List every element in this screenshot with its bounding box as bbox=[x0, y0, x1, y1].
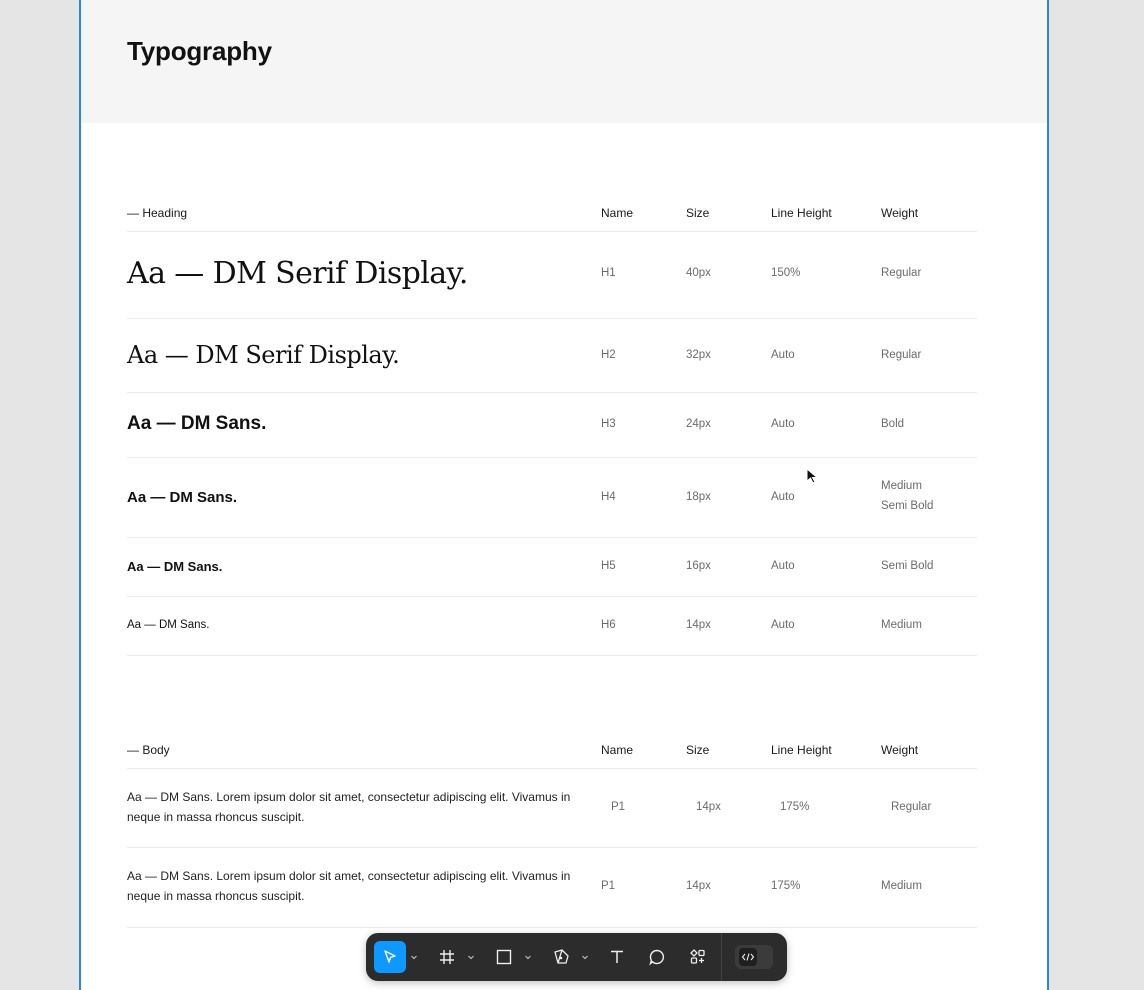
section-label: — Body bbox=[127, 743, 170, 757]
pen-icon bbox=[554, 949, 569, 964]
style-line-height: Auto bbox=[771, 619, 795, 631]
style-line-height: 175% bbox=[771, 880, 801, 892]
dev-mode-toggle[interactable] bbox=[735, 945, 773, 969]
col-weight: Weight bbox=[881, 206, 919, 220]
style-name: H2 bbox=[601, 349, 616, 361]
pen-tool-button[interactable] bbox=[545, 941, 577, 973]
chevron-down-icon[interactable] bbox=[410, 953, 418, 961]
style-weight: Bold bbox=[881, 418, 905, 430]
style-size: 16px bbox=[686, 560, 711, 572]
style-line-height: Auto bbox=[771, 349, 795, 361]
typography-frame[interactable]: Typography — Heading Name Size Line Heig… bbox=[79, 0, 1049, 990]
style-name: H3 bbox=[601, 418, 616, 430]
style-name: H1 bbox=[601, 267, 616, 279]
mouse-cursor-icon bbox=[806, 468, 820, 484]
type-row-h6[interactable]: Aa — DM Sans. H6 14px Auto Medium bbox=[127, 597, 977, 656]
components-icon bbox=[690, 949, 705, 964]
col-name: Name bbox=[601, 206, 634, 220]
type-row-h4[interactable]: Aa — DM Sans. H4 18px Auto Medium Semi B… bbox=[127, 458, 977, 538]
type-sample: Aa — DM Sans. Lorem ipsum dolor sit amet… bbox=[127, 869, 571, 903]
bottom-toolbar bbox=[366, 933, 787, 981]
heading-section-header: — Heading Name Size Line Height Weight bbox=[127, 192, 977, 232]
type-row-h3[interactable]: Aa — DM Sans. H3 24px Auto Bold bbox=[127, 393, 977, 458]
code-icon bbox=[739, 948, 757, 966]
chevron-down-icon[interactable] bbox=[467, 953, 475, 961]
style-size: 18px bbox=[686, 491, 711, 503]
col-size: Size bbox=[686, 206, 710, 220]
style-weight: Regular bbox=[881, 349, 922, 361]
style-line-height: Auto bbox=[771, 418, 795, 430]
type-sample: Aa — DM Serif Display. bbox=[127, 256, 468, 291]
style-name: P1 bbox=[601, 880, 616, 892]
type-sample: Aa — DM Sans. Lorem ipsum dolor sit amet… bbox=[127, 790, 571, 824]
toolbar-divider bbox=[721, 933, 722, 981]
style-weight: Medium bbox=[881, 880, 922, 892]
type-sample: Aa — DM Sans. bbox=[127, 559, 223, 574]
col-line-height: Line Height bbox=[771, 206, 832, 220]
text-tool-button[interactable] bbox=[601, 941, 633, 973]
style-name: P1 bbox=[611, 801, 626, 813]
type-row-h5[interactable]: Aa — DM Sans. H5 16px Auto Semi Bold bbox=[127, 538, 977, 597]
text-icon bbox=[611, 950, 623, 963]
type-row-p1-medium[interactable]: Aa — DM Sans. Lorem ipsum dolor sit amet… bbox=[127, 848, 977, 928]
col-name: Name bbox=[601, 743, 634, 757]
actions-tool-button[interactable] bbox=[682, 941, 714, 973]
style-name: H5 bbox=[601, 560, 616, 572]
frame-icon bbox=[440, 950, 454, 964]
style-weight: Regular bbox=[891, 801, 932, 813]
style-size: 14px bbox=[686, 619, 711, 631]
type-row-h2[interactable]: Aa — DM Serif Display. H2 32px Auto Regu… bbox=[127, 319, 977, 393]
section-label: — Heading bbox=[127, 206, 188, 220]
frame-header: Typography bbox=[81, 0, 1047, 123]
style-line-height: 150% bbox=[771, 267, 801, 279]
style-weight: Medium bbox=[881, 480, 922, 492]
style-weight: Medium bbox=[881, 619, 922, 631]
style-size: 32px bbox=[686, 349, 711, 361]
style-line-height: Auto bbox=[771, 560, 795, 572]
col-size: Size bbox=[686, 743, 710, 757]
chevron-down-icon[interactable] bbox=[524, 953, 532, 961]
body-section-header: — Body Name Size Line Height Weight bbox=[127, 729, 977, 769]
type-sample: Aa — DM Sans. bbox=[127, 619, 210, 631]
col-line-height: Line Height bbox=[771, 743, 832, 757]
style-line-height: 175% bbox=[780, 801, 810, 813]
style-size: 24px bbox=[686, 418, 711, 430]
col-weight: Weight bbox=[881, 743, 919, 757]
type-sample: Aa — DM Sans. bbox=[127, 413, 267, 434]
style-size: 40px bbox=[686, 267, 711, 279]
style-size: 14px bbox=[686, 880, 711, 892]
type-sample: Aa — DM Serif Display. bbox=[127, 341, 400, 369]
shape-tool-button[interactable] bbox=[488, 941, 520, 973]
style-line-height: Auto bbox=[771, 491, 795, 503]
type-sample: Aa — DM Sans. bbox=[127, 489, 238, 506]
rectangle-icon bbox=[496, 949, 512, 965]
frame-tool-button[interactable] bbox=[431, 941, 463, 973]
style-weight: Regular bbox=[881, 267, 922, 279]
design-canvas[interactable]: Typography — Heading Name Size Line Heig… bbox=[0, 0, 1144, 990]
style-size: 14px bbox=[696, 801, 721, 813]
comment-tool-button[interactable] bbox=[641, 941, 673, 973]
style-name: H4 bbox=[601, 491, 616, 503]
move-tool-button[interactable] bbox=[374, 941, 406, 973]
style-weight: Semi Bold bbox=[881, 560, 934, 572]
type-row-h1[interactable]: Aa — DM Serif Display. H1 40px 150% Regu… bbox=[127, 232, 977, 319]
pointer-icon bbox=[384, 950, 396, 963]
type-row-p1-regular[interactable]: Aa — DM Sans. Lorem ipsum dolor sit amet… bbox=[127, 769, 977, 848]
comment-icon bbox=[649, 949, 665, 966]
frame-title: Typography bbox=[127, 36, 272, 66]
chevron-down-icon[interactable] bbox=[581, 953, 589, 961]
style-weight-secondary: Semi Bold bbox=[881, 500, 934, 512]
style-name: H6 bbox=[601, 619, 616, 631]
